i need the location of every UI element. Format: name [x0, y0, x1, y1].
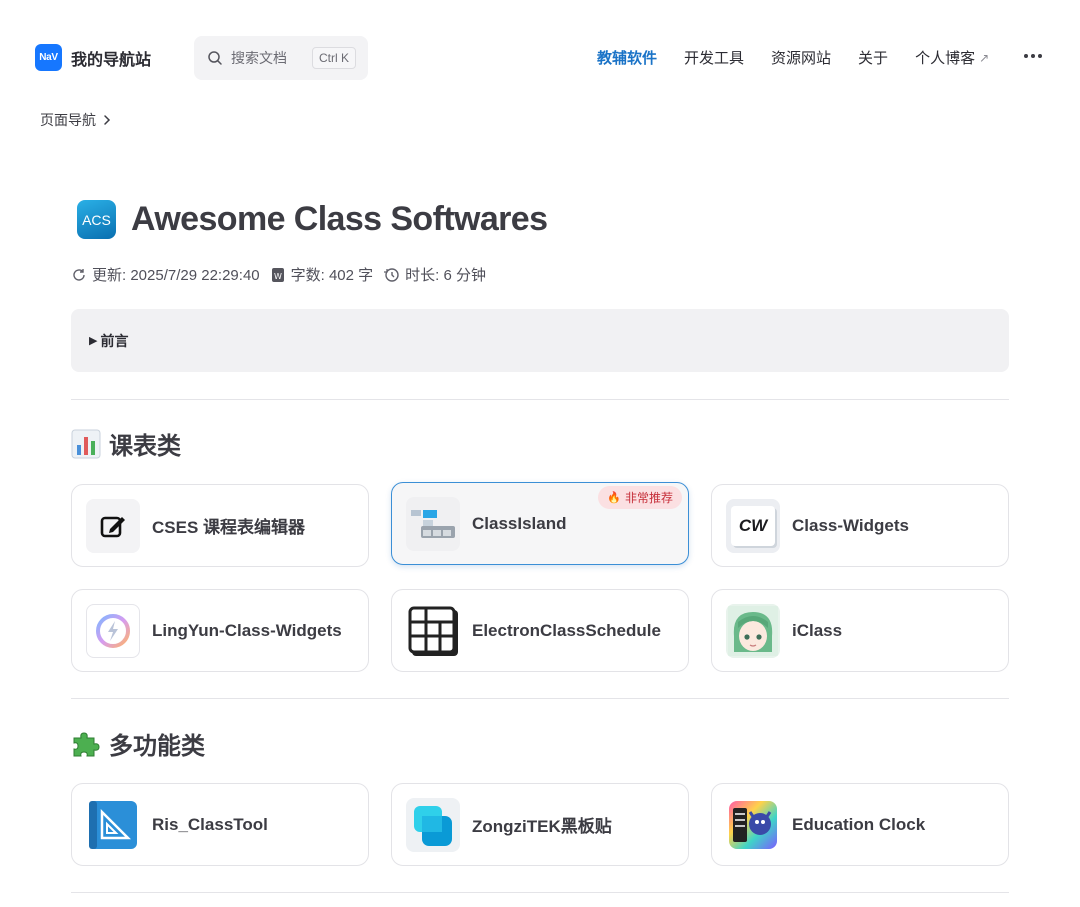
- nav-label: 资源网站: [771, 50, 832, 67]
- app-card-classisland[interactable]: ClassIsland 🔥 非常推荐: [391, 482, 689, 565]
- divider: [71, 892, 1009, 893]
- app-card-name: Education Clock: [792, 814, 926, 834]
- nav-label: 开发工具: [684, 50, 745, 67]
- bar-chart-emoji-icon: [71, 429, 101, 459]
- zongzitek-icon: [406, 797, 460, 852]
- search-button[interactable]: 搜索文档 Ctrl K: [194, 36, 368, 80]
- meta-duration-text: 时长: 6 分钟: [405, 267, 487, 284]
- app-card-name: ElectronClassSchedule: [472, 620, 661, 640]
- nav-item-dev-tools[interactable]: 开发工具: [684, 47, 744, 68]
- chevron-right-icon: [104, 115, 111, 125]
- app-card-name: CSES 课程表编辑器: [152, 518, 306, 537]
- meta-updated: 更新: 2025/7/29 22:29:40: [71, 264, 260, 285]
- external-link-icon: ↗: [979, 50, 990, 65]
- page-title: Awesome Class Softwares: [131, 200, 548, 238]
- refresh-icon: [73, 268, 85, 281]
- puzzle-emoji-icon: [71, 729, 101, 759]
- schedule-grid-icon: [406, 603, 460, 658]
- app-card-name: LingYun-Class-Widgets: [152, 620, 342, 640]
- search-icon: [208, 51, 222, 65]
- app-card-ris-classtool[interactable]: Ris_ClassTool: [71, 783, 369, 866]
- app-card-education-clock[interactable]: Education Clock: [711, 783, 1009, 866]
- doc-meta: 更新: 2025/7/29 22:29:40 W 字数: 402 字 时长: 6…: [71, 264, 496, 285]
- app-card-name: ZongziTEK黑板贴: [472, 817, 612, 836]
- divider: [71, 698, 1009, 699]
- word-doc-icon: W: [271, 267, 284, 282]
- iclass-avatar-icon: [726, 603, 780, 658]
- brand-logo: NaV: [35, 44, 62, 71]
- recommended-badge: 🔥 非常推荐: [598, 486, 682, 509]
- meta-words-text: 字数: 402 字: [290, 267, 374, 284]
- nav-item-personal-blog[interactable]: 个人博客 ↗: [915, 47, 989, 68]
- edit-icon: [86, 498, 140, 553]
- section-title: 多功能类: [109, 733, 205, 760]
- section-title: 课表类: [109, 433, 181, 460]
- classisland-icon: [406, 496, 460, 551]
- main-nav: 教辅软件 开发工具 资源网站 关于 个人博客 ↗: [597, 47, 1016, 68]
- fire-icon: 🔥: [607, 492, 621, 504]
- more-menu-icon[interactable]: [1024, 54, 1042, 58]
- svg-text:W: W: [274, 272, 282, 281]
- app-card-name: Ris_ClassTool: [152, 814, 268, 834]
- app-card-name: Class-Widgets: [792, 515, 909, 535]
- app-card-class-widgets[interactable]: CW Class-Widgets: [711, 484, 1009, 567]
- app-card-lingyun[interactable]: LingYun-Class-Widgets: [71, 589, 369, 672]
- nav-item-about[interactable]: 关于: [858, 47, 888, 68]
- nav-label: 关于: [858, 50, 889, 67]
- app-card-zongzitek[interactable]: ZongziTEK黑板贴: [391, 783, 689, 866]
- nav-label: 教辅软件: [597, 50, 658, 67]
- site-brand[interactable]: NaV 我的导航站: [35, 44, 151, 71]
- acs-logo-icon: ACS: [77, 200, 116, 239]
- preface-summary: 前言: [100, 332, 129, 349]
- lingyun-icon: [86, 603, 140, 658]
- meta-words: W 字数: 402 字: [270, 264, 374, 285]
- app-card-cses[interactable]: CSES 课程表编辑器: [71, 484, 369, 567]
- preface-details[interactable]: ▶ 前言: [71, 309, 1009, 372]
- badge-text: 非常推荐: [624, 491, 673, 505]
- history-clock-icon: [384, 267, 399, 282]
- app-card-iclass[interactable]: iClass: [711, 589, 1009, 672]
- expand-triangle-icon: ▶: [89, 335, 98, 347]
- app-card-name: iClass: [792, 620, 843, 640]
- nav-item-teaching-software[interactable]: 教辅软件: [597, 47, 657, 68]
- section-heading-multifunction: 多功能类: [71, 726, 205, 761]
- ris-classtool-icon: [86, 797, 140, 852]
- meta-duration: 时长: 6 分钟: [383, 264, 486, 285]
- cw-icon-text: CW: [738, 515, 768, 535]
- divider: [71, 399, 1009, 400]
- section-heading-schedule: 课表类: [71, 426, 181, 461]
- nav-item-resource-sites[interactable]: 资源网站: [771, 47, 831, 68]
- meta-updated-text: 更新: 2025/7/29 22:29:40: [92, 267, 260, 284]
- doc-header: ACS Awesome Class Softwares: [77, 200, 548, 239]
- search-placeholder: 搜索文档: [231, 50, 287, 66]
- search-shortcut-hint: Ctrl K: [312, 47, 356, 69]
- app-card-name: ClassIsland: [472, 513, 567, 533]
- nav-label: 个人博客: [915, 50, 976, 67]
- education-clock-icon: [726, 797, 780, 852]
- app-card-electron-class-schedule[interactable]: ElectronClassSchedule: [391, 589, 689, 672]
- class-widgets-icon: CW: [726, 498, 780, 553]
- brand-title: 我的导航站: [71, 51, 152, 69]
- page-nav-toggle[interactable]: 页面导航: [40, 110, 112, 130]
- top-navbar: NaV 我的导航站 搜索文档 Ctrl K 教辅软件 开发工具 资源网站 关于 …: [0, 0, 1080, 116]
- page-nav-label: 页面导航: [40, 112, 96, 128]
